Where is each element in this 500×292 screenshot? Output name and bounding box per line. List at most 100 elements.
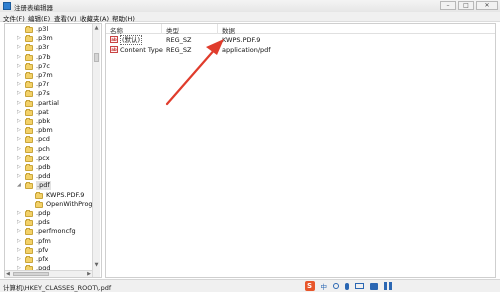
expand-arrow-icon[interactable]: ▷ (17, 117, 21, 126)
values-list-header: 名称 类型 数据 (106, 24, 495, 35)
ime-mode-indicator[interactable]: 中 (321, 281, 328, 291)
folder-icon (25, 164, 33, 171)
tree-item-label: .pdf (36, 181, 51, 191)
sogou-ime-icon[interactable]: S (304, 281, 315, 291)
folder-icon (25, 256, 33, 263)
microphone-icon[interactable] (345, 282, 349, 290)
maximize-button[interactable]: □ (458, 1, 474, 10)
menu-bar: 文件(F) 编辑(E) 查看(V) 收藏夹(A) 帮助(H) (0, 12, 500, 23)
tree-item-label: .pbm (36, 126, 53, 135)
tree-hscroll-thumb[interactable] (13, 272, 49, 276)
column-header-name[interactable]: 名称 (110, 25, 123, 35)
folder-icon (35, 191, 43, 199)
tree-item-label: .p7r (36, 80, 49, 89)
expand-arrow-icon[interactable]: ▷ (17, 255, 21, 264)
folder-icon (25, 173, 33, 181)
tree-item-label: .pds (36, 218, 50, 227)
folder-icon (25, 72, 33, 79)
menu-file[interactable]: 文件(F) (3, 13, 25, 23)
registry-values-list[interactable]: 名称 类型 数据 ab (默认) REG_SZ KWPS.PDF.9 ab Co… (105, 23, 496, 278)
expand-arrow-icon[interactable]: ▷ (17, 71, 21, 80)
status-key-path: 计算机\HKEY_CLASSES_ROOT\.pdf (3, 284, 112, 292)
tree-item-label: .pcd (36, 135, 50, 144)
column-header-type[interactable]: 类型 (166, 25, 179, 35)
folder-icon (25, 62, 33, 70)
tree-item-label: .pch (36, 144, 50, 153)
value-data: KWPS.PDF.9 (222, 36, 261, 44)
folder-icon (25, 136, 33, 144)
menu-view[interactable]: 查看(V) (54, 13, 77, 23)
tree-vertical-scrollbar[interactable]: ▲ ▼ (92, 24, 100, 277)
tree-horizontal-scrollbar[interactable]: ◀ ▶ (5, 270, 92, 277)
scroll-up-arrow-icon[interactable]: ▲ (93, 24, 100, 32)
tree-scroll-thumb[interactable] (94, 53, 99, 62)
tree-item-label: .p3m (36, 34, 53, 43)
expand-arrow-icon[interactable]: ▷ (17, 43, 21, 52)
collapse-arrow-icon[interactable]: ◢ (17, 181, 21, 190)
folder-icon (25, 246, 33, 254)
expand-arrow-icon[interactable]: ▷ (17, 34, 21, 43)
expand-arrow-icon[interactable]: ▷ (17, 89, 21, 98)
folder-icon (25, 53, 33, 61)
skin-icon[interactable] (370, 282, 378, 290)
tree-item-label: .pbk (36, 117, 51, 125)
expand-arrow-icon[interactable]: ▷ (17, 172, 21, 181)
expand-arrow-icon[interactable]: ▷ (17, 99, 21, 108)
menu-favorites[interactable]: 收藏夹(A) (80, 13, 109, 23)
tree-item-label: .perfmoncfg (36, 227, 76, 236)
value-data: application/pdf (222, 46, 271, 54)
expand-arrow-icon[interactable]: ▷ (17, 227, 21, 236)
window-title: 注册表编辑器 (14, 4, 53, 12)
menu-edit[interactable]: 编辑(E) (28, 13, 50, 23)
tree-item-label: .pcx (36, 153, 50, 162)
tree-item-label: .pfx (36, 255, 49, 263)
tree-item-label: .pdd (36, 172, 51, 181)
value-name[interactable]: Content Type (120, 46, 163, 54)
expand-arrow-icon[interactable]: ▷ (17, 209, 21, 218)
folder-icon (25, 154, 33, 162)
expand-arrow-icon[interactable]: ▷ (17, 163, 21, 172)
close-button[interactable]: ✕ (476, 1, 498, 10)
scroll-left-arrow-icon[interactable]: ◀ (6, 271, 10, 277)
folder-icon (25, 237, 33, 245)
title-bar: 注册表编辑器 – □ ✕ (0, 0, 500, 12)
expand-arrow-icon[interactable]: ▷ (17, 80, 21, 89)
value-name[interactable]: (默认) (120, 35, 143, 45)
expand-arrow-icon[interactable]: ▷ (17, 154, 21, 163)
folder-icon (25, 182, 33, 190)
menu-help[interactable]: 帮助(H) (112, 13, 135, 23)
tree-item-label: .partial (36, 98, 59, 107)
tree-item-label: .p7c (36, 61, 50, 70)
expand-arrow-icon[interactable]: ▷ (17, 53, 21, 62)
expand-arrow-icon[interactable]: ▷ (17, 62, 21, 71)
tree-item-label: .p3l (36, 25, 49, 33)
ime-toolbar[interactable]: S 中 (304, 281, 392, 291)
scroll-down-arrow-icon[interactable]: ▼ (93, 261, 100, 269)
expand-arrow-icon[interactable]: ▷ (17, 218, 21, 227)
value-type: REG_SZ (166, 36, 192, 44)
column-separator[interactable] (161, 24, 162, 34)
value-row[interactable]: ab (默认) REG_SZ KWPS.PDF.9 (106, 35, 495, 45)
expand-arrow-icon[interactable]: ▷ (17, 246, 21, 255)
registry-key-tree[interactable]: .p3l ▷ .p3m ▷ .p3r ▷ .p7b ▷ .p7c ▷ .p7m ▷ .p7r ▷ .p7s ▷… (4, 23, 102, 278)
keyboard-icon[interactable] (355, 283, 364, 289)
expand-arrow-icon[interactable]: ▷ (17, 237, 21, 246)
folder-icon (25, 81, 33, 89)
folder-icon (25, 44, 33, 52)
expand-arrow-icon[interactable]: ▷ (17, 135, 21, 144)
expand-arrow-icon[interactable]: ▷ (17, 145, 21, 154)
toolbox-icon[interactable] (384, 282, 392, 290)
folder-icon (25, 127, 33, 135)
expand-arrow-icon[interactable]: ▷ (17, 108, 21, 117)
folder-icon (25, 145, 33, 153)
value-row[interactable]: ab Content Type REG_SZ application/pdf (106, 45, 495, 55)
folder-icon (25, 90, 33, 98)
punctuation-icon[interactable] (333, 283, 339, 289)
scroll-right-arrow-icon[interactable]: ▶ (87, 271, 91, 277)
minimize-button[interactable]: – (440, 1, 456, 10)
expand-arrow-icon[interactable]: ▷ (17, 126, 21, 135)
tree-item-label: .pfv (36, 245, 49, 254)
column-header-data[interactable]: 数据 (222, 25, 235, 35)
window-controls: – □ ✕ (440, 1, 498, 10)
column-separator[interactable] (217, 24, 218, 34)
